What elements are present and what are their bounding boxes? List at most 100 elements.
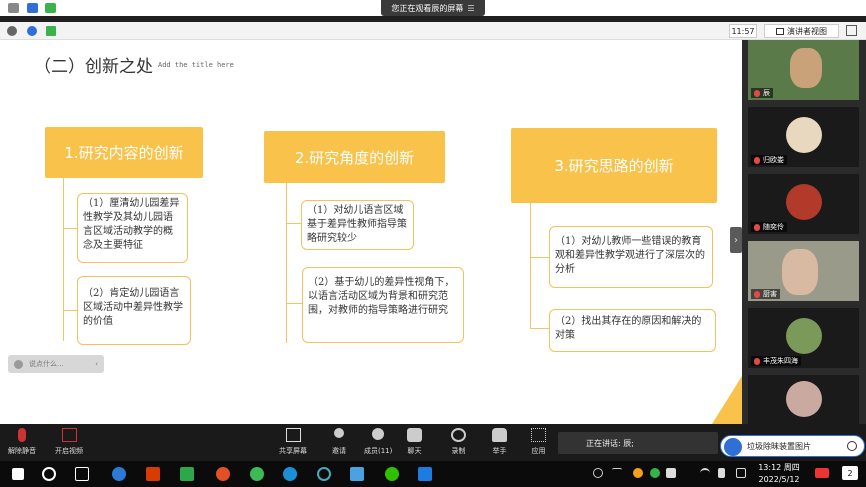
record-icon xyxy=(451,428,466,442)
comment-placeholder: 说点什么... xyxy=(29,360,64,368)
participant-avatar xyxy=(786,184,822,220)
invite-button[interactable]: 邀请 xyxy=(332,428,346,456)
edge-new-icon[interactable] xyxy=(283,467,297,481)
volume-icon[interactable] xyxy=(718,468,725,478)
section-1-item-1: （1）厘清幼儿园差异性教学及其幼儿园语言区域活动教学的概念及主要特征 xyxy=(77,193,188,263)
section-2-heading: 2.研究角度的创新 xyxy=(264,131,445,183)
participant-tile[interactable]: 辰 xyxy=(748,40,859,100)
share-screen-icon xyxy=(285,428,301,442)
start-video-button[interactable]: 开启视频 xyxy=(55,428,83,456)
mic-muted-icon xyxy=(754,223,760,231)
share-screen-button[interactable]: 共享屏幕 xyxy=(279,428,307,456)
speaker-view-button[interactable]: 演讲者视图 xyxy=(764,24,839,38)
slide-title: （二）创新之处 xyxy=(34,57,153,77)
media-icon[interactable] xyxy=(180,467,194,481)
participant-tile[interactable]: 随奕伶 xyxy=(748,174,859,234)
participant-name: 丰茂朱四海 xyxy=(751,356,801,366)
menu-icon[interactable]: ☰ xyxy=(467,4,474,13)
fullscreen-icon[interactable] xyxy=(846,25,857,36)
taskbar-clock[interactable]: 13:12 周四 2022/5/12 xyxy=(754,462,804,486)
app-logo-icon xyxy=(724,438,742,456)
participant-name: 厨害 xyxy=(751,289,780,299)
apps-icon xyxy=(531,428,546,442)
slide-corner-decoration xyxy=(712,376,742,424)
windows-start-icon[interactable] xyxy=(12,468,24,480)
unmute-button[interactable]: 解除静音 xyxy=(8,428,36,456)
office-icon[interactable] xyxy=(146,467,160,481)
network-icon[interactable] xyxy=(46,26,56,36)
gallery-collapse-button[interactable]: › xyxy=(730,227,742,253)
shared-slide: （二）创新之处 Add the title here 1.研究内容的创新 （1）… xyxy=(0,40,742,424)
participant-video xyxy=(782,249,818,295)
screen: 您正在观看辰的屏幕 ☰ 11:57 演讲者视图 （二）创新之处 Add the … xyxy=(0,0,866,487)
share-banner[interactable]: 您正在观看辰的屏幕 ☰ xyxy=(381,0,485,16)
raise-hand-button[interactable]: 举手 xyxy=(492,428,507,456)
chrome-icon[interactable] xyxy=(250,467,264,481)
security-icon[interactable] xyxy=(27,26,37,36)
video-off-icon xyxy=(61,428,77,442)
section-1-item-2: （2）肯定幼儿园语言区域活动中差异性教学的价值 xyxy=(77,276,191,345)
tray-app-icon[interactable] xyxy=(633,468,643,478)
mic-muted-icon xyxy=(754,156,760,164)
browser-icon[interactable] xyxy=(216,467,230,481)
task-view-icon[interactable] xyxy=(75,467,89,481)
participant-avatar xyxy=(786,117,822,153)
chat-button[interactable]: 聊天 xyxy=(407,428,422,456)
chat-icon xyxy=(407,428,422,442)
active-speaker-indicator: 正在讲话: 辰; xyxy=(558,432,718,454)
participant-tile[interactable]: 丰茂朱四海 xyxy=(748,308,859,368)
apps-button[interactable]: 应用 xyxy=(531,428,546,456)
grid-icon xyxy=(776,27,784,35)
info-icon[interactable] xyxy=(7,26,17,36)
participant-tile[interactable] xyxy=(748,375,859,424)
participant-video xyxy=(790,48,822,88)
section-3-heading: 3.研究思路的创新 xyxy=(511,128,717,203)
notification-popup[interactable]: 垃圾除昧装置图片 xyxy=(720,435,865,457)
notes-icon[interactable] xyxy=(350,467,364,481)
comment-input[interactable]: 说点什么... ‹ xyxy=(8,355,104,373)
action-center-badge[interactable]: 2 xyxy=(842,466,858,480)
section-3-item-2: （2）找出其存在的原因和解决的对策 xyxy=(549,309,716,352)
signal-icon xyxy=(45,3,56,13)
mic-muted-icon xyxy=(754,357,760,365)
section-2-item-1: （1）对幼儿语言区域基于差异性教师指导策略研究较少 xyxy=(301,200,414,250)
participants-button[interactable]: 成员(11) xyxy=(364,428,392,456)
wechat-icon[interactable] xyxy=(385,467,399,481)
participant-name: 辰 xyxy=(751,88,773,98)
meeting-app-icon[interactable] xyxy=(418,467,432,481)
section-3-item-1: （1）对幼儿教师一些错误的教育观和差异性教学观进行了深层次的分析 xyxy=(549,226,713,288)
tray-app-icon[interactable] xyxy=(650,468,660,478)
speaker-view-label: 演讲者视图 xyxy=(787,26,827,36)
search-app-icon[interactable] xyxy=(317,467,331,481)
participant-tile[interactable]: 厨害 xyxy=(748,241,859,301)
wifi-icon[interactable] xyxy=(700,468,710,478)
participant-avatar xyxy=(786,318,822,354)
search-icon[interactable] xyxy=(42,467,56,481)
meeting-clock: 11:57 xyxy=(729,24,757,38)
record-button[interactable]: 录制 xyxy=(451,428,466,456)
participant-name: 归欧娄 xyxy=(751,155,787,165)
share-banner-text: 您正在观看辰的屏幕 xyxy=(391,3,464,13)
chevron-up-icon[interactable] xyxy=(612,468,622,478)
participant-avatar xyxy=(786,381,822,417)
mic-muted-icon xyxy=(18,428,26,442)
notification-app-icon[interactable] xyxy=(815,468,829,478)
mic-muted-icon xyxy=(754,89,760,97)
tray-app-icon[interactable] xyxy=(666,468,676,478)
notification-text: 垃圾除昧装置图片 xyxy=(747,441,811,451)
keyboard-icon[interactable] xyxy=(736,468,746,478)
shield-icon xyxy=(27,3,38,13)
user-avatar-icon xyxy=(14,359,23,369)
mic-muted-icon xyxy=(754,290,760,298)
edge-icon[interactable] xyxy=(112,467,126,481)
section-1-heading: 1.研究内容的创新 xyxy=(45,127,203,178)
person-icon[interactable] xyxy=(593,468,603,478)
participant-gallery: 辰 归欧娄 随奕伶 厨害 丰茂朱四海 xyxy=(742,40,866,424)
section-2-item-2: （2）基于幼儿的差异性视角下，以语言活动区域为背景和研究范围，对教师的指导策略进… xyxy=(302,267,464,343)
participant-name: 随奕伶 xyxy=(751,222,787,232)
slide-hint: Add the title here xyxy=(158,61,234,69)
search-icon[interactable] xyxy=(847,441,857,451)
window-icon xyxy=(8,3,19,13)
chevron-left-icon[interactable]: ‹ xyxy=(95,360,98,368)
participant-tile[interactable]: 归欧娄 xyxy=(748,107,859,167)
